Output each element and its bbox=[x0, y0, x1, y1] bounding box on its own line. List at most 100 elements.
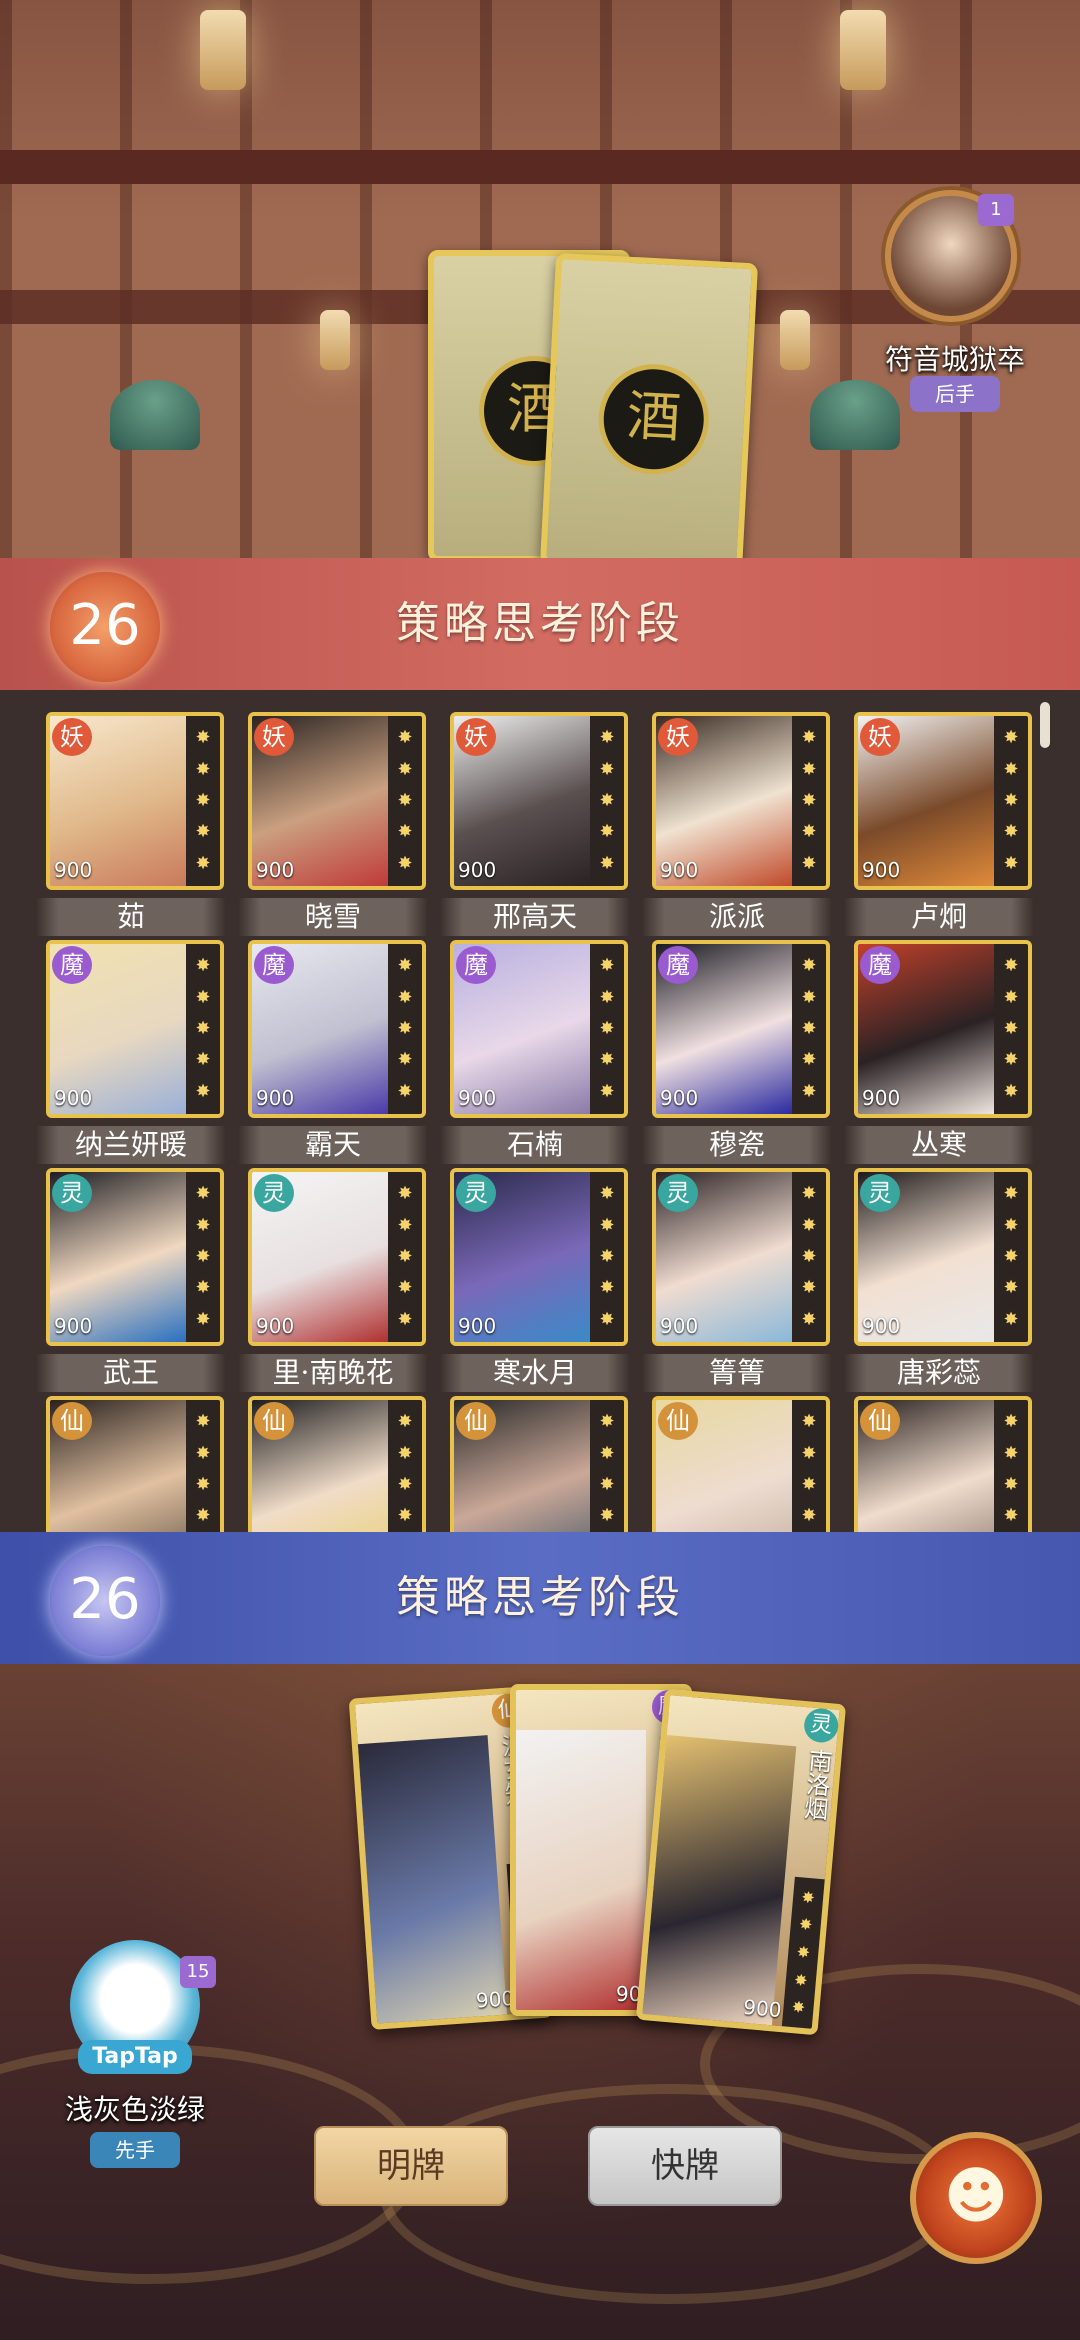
character-card-cell[interactable]: ✸ ✸ ✸ ✸ ✸ 魔 900 霸天 bbox=[232, 940, 434, 1164]
star-icon: ✸ bbox=[801, 1183, 817, 1205]
star-icon: ✸ bbox=[599, 1080, 615, 1102]
character-name-label: 里·南晚花 bbox=[238, 1354, 428, 1392]
star-column: ✸ ✸ ✸ ✸ ✸ bbox=[186, 944, 220, 1114]
quick-cards-button[interactable]: 快牌 bbox=[588, 2126, 782, 2206]
type-tag: 灵 bbox=[254, 1174, 294, 1212]
character-card[interactable]: ✸✸✸✸✸仙 bbox=[248, 1396, 426, 1532]
character-card-cell[interactable]: ✸ ✸ ✸ ✸ ✸ 魔 900 石楠 bbox=[434, 940, 636, 1164]
character-card[interactable]: ✸ ✸ ✸ ✸ ✸ 灵 900 bbox=[652, 1168, 830, 1346]
character-card-cell[interactable]: ✸ ✸ ✸ ✸ ✸ 妖 900 茹 bbox=[30, 712, 232, 936]
character-card-cell[interactable]: ✸ ✸ ✸ ✸ ✸ 魔 900 穆瓷 bbox=[636, 940, 838, 1164]
hall-beam bbox=[0, 150, 1080, 184]
type-tag: 仙 bbox=[254, 1402, 294, 1440]
character-card[interactable]: ✸ ✸ ✸ ✸ ✸ 魔 900 bbox=[46, 940, 224, 1118]
type-tag: 灵 bbox=[456, 1174, 496, 1212]
character-card[interactable]: ✸ ✸ ✸ ✸ ✸ 灵 900 bbox=[46, 1168, 224, 1346]
star-icon: ✸ bbox=[397, 1505, 413, 1527]
star-icon: ✸ bbox=[195, 1049, 211, 1071]
character-card[interactable]: ✸ ✸ ✸ ✸ ✸ 妖 900 bbox=[652, 712, 830, 890]
card-power: 900 bbox=[256, 1086, 295, 1110]
character-card[interactable]: ✸✸✸✸✸仙 bbox=[854, 1396, 1032, 1532]
character-card[interactable]: ✸✸✸✸✸仙 bbox=[46, 1396, 224, 1532]
character-card[interactable]: ✸ ✸ ✸ ✸ ✸ 妖 900 bbox=[450, 712, 628, 890]
star-icon: ✸ bbox=[801, 1277, 817, 1299]
character-card[interactable]: ✸ ✸ ✸ ✸ ✸ 灵 900 bbox=[248, 1168, 426, 1346]
star-icon: ✸ bbox=[599, 986, 615, 1008]
card-power: 900 bbox=[256, 1314, 295, 1338]
star-icon: ✸ bbox=[1003, 986, 1019, 1008]
self-phase-banner: 26 策略思考阶段 bbox=[0, 1532, 1080, 1664]
character-card-cell[interactable]: ✸ ✸ ✸ ✸ ✸ 妖 900 卢炯 bbox=[838, 712, 1040, 936]
character-card[interactable]: ✸✸✸✸✸仙 bbox=[652, 1396, 830, 1532]
star-icon: ✸ bbox=[397, 727, 413, 749]
star-icon: ✸ bbox=[1003, 1183, 1019, 1205]
character-card-cell[interactable]: ✸ ✸ ✸ ✸ ✸ 魔 900 纳兰妍暖 bbox=[30, 940, 232, 1164]
character-card-cell[interactable]: ✸ ✸ ✸ ✸ ✸ 灵 900 寒水月 bbox=[434, 1168, 636, 1392]
card-power: 900 bbox=[458, 858, 497, 882]
character-card-cell[interactable]: ✸ ✸ ✸ ✸ ✸ 灵 900 里·南晚花 bbox=[232, 1168, 434, 1392]
star-icon: ✸ bbox=[599, 1017, 615, 1039]
character-card-cell[interactable]: ✸ ✸ ✸ ✸ ✸ 魔 900 丛寒 bbox=[838, 940, 1040, 1164]
character-card-cell[interactable]: ✸✸✸✸✸仙 bbox=[838, 1396, 1040, 1532]
character-name-label: 晓雪 bbox=[238, 898, 428, 936]
character-card[interactable]: ✸ ✸ ✸ ✸ ✸ 妖 900 bbox=[854, 712, 1032, 890]
card-power: 900 bbox=[54, 1314, 93, 1338]
character-card[interactable]: ✸ ✸ ✸ ✸ ✸ 魔 900 bbox=[248, 940, 426, 1118]
type-tag: 灵 bbox=[52, 1174, 92, 1212]
star-icon: ✸ bbox=[195, 955, 211, 977]
character-card-cell[interactable]: ✸✸✸✸✸仙 bbox=[434, 1396, 636, 1532]
hand-card[interactable]: 灵 南洛烟 ✸ ✸ ✸ ✸ ✸ 900 bbox=[635, 1688, 847, 2036]
star-icon: ✸ bbox=[599, 758, 615, 780]
character-card[interactable]: ✸ ✸ ✸ ✸ ✸ 妖 900 bbox=[248, 712, 426, 890]
emoji-button[interactable]: ☻ bbox=[910, 2132, 1042, 2264]
star-icon: ✸ bbox=[397, 789, 413, 811]
opponent-level-badge: 1 bbox=[978, 194, 1014, 226]
character-card[interactable]: ✸ ✸ ✸ ✸ ✸ 魔 900 bbox=[854, 940, 1032, 1118]
star-icon: ✸ bbox=[397, 1245, 413, 1267]
character-card-cell[interactable]: ✸ ✸ ✸ ✸ ✸ 灵 900 唐彩蕊 bbox=[838, 1168, 1040, 1392]
character-card[interactable]: ✸ ✸ ✸ ✸ ✸ 魔 900 bbox=[652, 940, 830, 1118]
character-card[interactable]: ✸ ✸ ✸ ✸ ✸ 妖 900 bbox=[46, 712, 224, 890]
character-card-cell[interactable]: ✸✸✸✸✸仙 bbox=[30, 1396, 232, 1532]
star-icon: ✸ bbox=[599, 1183, 615, 1205]
self-level-badge: 15 bbox=[180, 1956, 216, 1988]
deck-card[interactable]: 酒 bbox=[539, 252, 759, 576]
grid-scrollbar[interactable] bbox=[1040, 702, 1050, 748]
character-card[interactable]: ✸ ✸ ✸ ✸ ✸ 灵 900 bbox=[854, 1168, 1032, 1346]
opponent-player[interactable]: 1 符音城狱卒 后手 bbox=[850, 190, 1060, 412]
character-card-cell[interactable]: ✸ ✸ ✸ ✸ ✸ 灵 900 箐箐 bbox=[636, 1168, 838, 1392]
star-icon: ✸ bbox=[801, 1245, 817, 1267]
star-icon: ✸ bbox=[801, 1473, 817, 1495]
character-card-cell[interactable]: ✸ ✸ ✸ ✸ ✸ 妖 900 邢高天 bbox=[434, 712, 636, 936]
star-column: ✸ ✸ ✸ ✸ ✸ bbox=[186, 716, 220, 886]
type-tag: 仙 bbox=[658, 1402, 698, 1440]
star-icon: ✸ bbox=[801, 1505, 817, 1527]
character-card-cell[interactable]: ✸ ✸ ✸ ✸ ✸ 妖 900 派派 bbox=[636, 712, 838, 936]
star-icon: ✸ bbox=[1003, 1505, 1019, 1527]
character-card-cell[interactable]: ✸✸✸✸✸仙 bbox=[232, 1396, 434, 1532]
type-tag: 灵 bbox=[658, 1174, 698, 1212]
character-card[interactable]: ✸✸✸✸✸仙 bbox=[450, 1396, 628, 1532]
character-card-cell[interactable]: ✸✸✸✸✸仙 bbox=[636, 1396, 838, 1532]
character-card-cell[interactable]: ✸ ✸ ✸ ✸ ✸ 灵 900 武王 bbox=[30, 1168, 232, 1392]
character-card-cell[interactable]: ✸ ✸ ✸ ✸ ✸ 妖 900 晓雪 bbox=[232, 712, 434, 936]
character-name-label: 派派 bbox=[642, 898, 832, 936]
star-icon: ✸ bbox=[1003, 758, 1019, 780]
card-power: 900 bbox=[660, 1086, 699, 1110]
opponent-phase-title: 策略思考阶段 bbox=[396, 598, 684, 649]
card-power: 900 bbox=[660, 1314, 699, 1338]
star-icon: ✸ bbox=[1003, 789, 1019, 811]
character-card[interactable]: ✸ ✸ ✸ ✸ ✸ 魔 900 bbox=[450, 940, 628, 1118]
star-column: ✸ ✸ ✸ ✸ ✸ bbox=[388, 716, 422, 886]
reveal-cards-button[interactable]: 明牌 bbox=[314, 2126, 508, 2206]
star-icon: ✸ bbox=[599, 821, 615, 843]
star-icon: ✸ bbox=[599, 1308, 615, 1330]
star-column: ✸ ✸ ✸ ✸ ✸ bbox=[590, 716, 624, 886]
star-icon: ✸ bbox=[599, 727, 615, 749]
player-hand[interactable]: 仙 温玄知 ✸✸✸✸✸ 900 魔 柳笛 ✸✸✸✸✸ 900 灵 南洛烟 ✸✸✸… bbox=[348, 1672, 847, 2036]
character-card[interactable]: ✸ ✸ ✸ ✸ ✸ 灵 900 bbox=[450, 1168, 628, 1346]
card-selection-grid[interactable]: ✸ ✸ ✸ ✸ ✸ 妖 900 茹 ✸ ✸ ✸ ✸ ✸ 妖 900 晓雪 ✸ ✸ ✸ ✸ ✸ 妖 900 邢高天 ✸ ✸ ✸ ✸ ✸ 妖 9… bbox=[0, 690, 1080, 1532]
self-player[interactable]: 15 TapTap 浅灰色淡绿 先手 bbox=[30, 1940, 240, 2180]
character-name-label: 箐箐 bbox=[642, 1354, 832, 1392]
card-power: 900 bbox=[54, 858, 93, 882]
